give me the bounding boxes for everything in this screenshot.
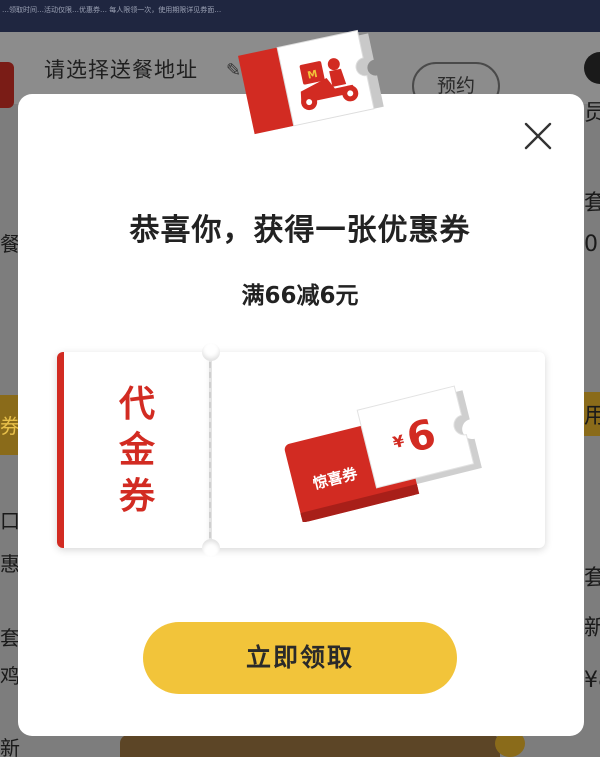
close-icon <box>524 122 552 150</box>
menu-text-fragment: 用 <box>584 404 600 429</box>
promo-banner-text: …领取时间…活动仅限…优惠券… 每人限领一次，使用期限详见券面… <box>2 6 222 14</box>
close-button[interactable] <box>520 118 556 154</box>
brand-logo <box>0 62 14 108</box>
menu-text-fragment: 套 <box>0 626 20 650</box>
coupon-type-char: 金 <box>118 430 155 471</box>
menu-price-fragment: ¥8 <box>584 668 600 693</box>
coupon-notch <box>202 539 220 557</box>
claim-coupon-button[interactable]: 立即领取 <box>143 622 457 694</box>
menu-text-fragment: 新 <box>0 736 20 757</box>
menu-text-fragment: 鸡 <box>0 664 20 688</box>
coupon-notch <box>202 343 220 361</box>
address-selector[interactable]: 请选择送餐地址 <box>44 54 198 84</box>
menu-text-fragment: 套 <box>584 566 600 591</box>
menu-text-fragment: 券 <box>0 414 20 438</box>
coupon-ticket-icon: 惊喜券 ¥ 6 <box>284 385 482 522</box>
coupon-type-section: 代 金 券 <box>57 352 209 548</box>
menu-text-fragment: 新 <box>584 616 600 641</box>
coupon-type-char: 代 <box>118 384 155 425</box>
coupon-condition: 满66减6元 <box>241 283 359 309</box>
coupon-accent-bar <box>57 352 64 548</box>
menu-text-fragment: 惠 <box>0 552 20 576</box>
coupon-type-char: 券 <box>118 476 155 517</box>
coupon-type-label: 代 金 券 <box>117 382 157 520</box>
delivery-ticket-icon: M <box>237 29 384 135</box>
member-label: 员 <box>584 101 600 126</box>
menu-text-fragment: 口 <box>0 509 20 533</box>
modal-title: 恭喜你，获得一张优惠券 <box>129 213 471 248</box>
coupon-divider <box>209 362 211 538</box>
food-image <box>120 735 500 757</box>
